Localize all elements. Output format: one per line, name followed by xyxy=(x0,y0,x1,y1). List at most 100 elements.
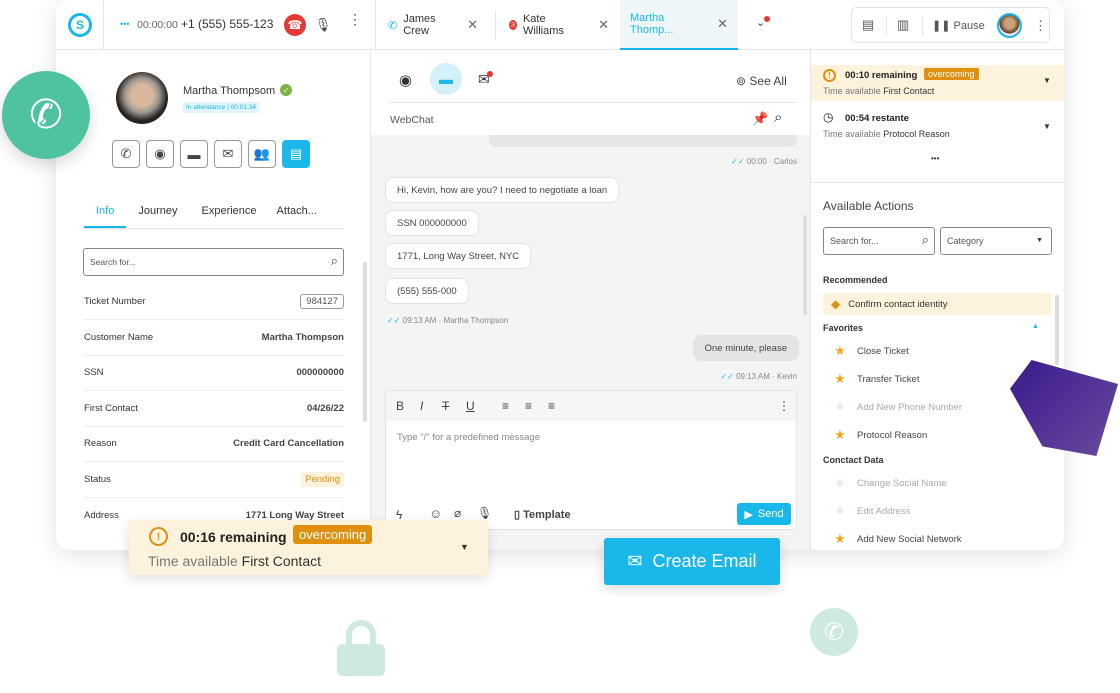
logo-icon: S xyxy=(68,13,92,37)
clock-icon: ◷ xyxy=(823,110,834,124)
scripts-icon[interactable]: ▤ xyxy=(862,17,874,33)
emoji-icon[interactable]: ☺ xyxy=(429,506,442,521)
star-icon: ★ xyxy=(834,503,846,518)
more-icon[interactable]: ⋮ xyxy=(348,12,362,26)
sla-item[interactable]: ! 00:10 remaining overcoming Time availa… xyxy=(811,65,1064,101)
chevron-down-icon: ▼ xyxy=(1043,122,1051,131)
agent-toolbar: ▤ ▥ ❚❚ Pause ⋮ xyxy=(851,7,1050,43)
attendance-status: In attendance | 00:01:34 xyxy=(183,102,259,113)
send-button[interactable]: ▶ Send xyxy=(737,503,791,525)
chat-scrollbar[interactable] xyxy=(803,215,807,315)
contacts-button[interactable]: 👥 xyxy=(248,140,276,168)
close-icon[interactable]: ✕ xyxy=(467,17,478,33)
chevron-down-icon: ▼ xyxy=(1043,76,1051,85)
call-status-icon: ••• xyxy=(120,19,130,29)
category-select[interactable]: Category ▼ xyxy=(940,227,1052,255)
create-email-button[interactable]: ✉ Create Email xyxy=(604,538,780,585)
star-icon: ★ xyxy=(834,475,846,490)
microphone-icon[interactable]: 🎙 xyxy=(315,15,332,35)
hangup-button[interactable]: ☎ xyxy=(284,14,306,36)
chat-channel-button[interactable]: ▬ xyxy=(180,140,208,168)
overcoming-badge: overcoming xyxy=(293,525,373,544)
overcoming-badge: overcoming xyxy=(924,68,979,80)
field-row: SSN 000000000 xyxy=(84,355,344,391)
whatsapp-channel-button[interactable]: ◉ xyxy=(146,140,174,168)
contact-panel: Martha Thompsom ✓ In attendance | 00:01:… xyxy=(56,50,371,550)
action-item[interactable]: ★ Close Ticket xyxy=(833,343,909,359)
search-icon: ⌕ xyxy=(921,232,929,247)
channel-title: WebChat xyxy=(390,114,434,126)
incoming-message: Hi, Kevin, how are you? I need to negoti… xyxy=(385,177,620,203)
more-icon[interactable]: ⋮ xyxy=(1034,18,1047,34)
template-button[interactable]: ▯ Template xyxy=(514,508,571,521)
close-icon[interactable]: ✕ xyxy=(598,17,609,33)
email-icon: ✉ xyxy=(627,551,643,571)
italic-button[interactable]: I xyxy=(420,399,423,413)
align-center-button[interactable]: ≡ xyxy=(525,399,532,413)
action-item[interactable]: ★ Transfer Ticket xyxy=(833,371,919,387)
tabs-dropdown-icon[interactable]: ⌄ xyxy=(756,16,770,29)
action-item[interactable]: ★ Change Social Name xyxy=(833,475,947,491)
see-all-button[interactable]: ⊚ See All xyxy=(736,74,787,88)
tab-james-crew[interactable]: ✆ James Crew ✕ xyxy=(378,0,488,50)
webchat-icon[interactable]: ▬ xyxy=(430,63,462,95)
phone-ringing-icon: ✆ xyxy=(388,19,398,32)
actions-search-input[interactable]: Search for... ⌕ xyxy=(823,227,935,255)
ticket-button[interactable]: ▤ xyxy=(282,140,310,168)
phone-number: +1 (555) 555-123 xyxy=(181,17,274,31)
field-row: Reason Credit Card Cancellation xyxy=(84,426,344,462)
inbox-icon[interactable]: ▥ xyxy=(897,17,909,33)
recommended-action[interactable]: ◆ Confirm contact identity xyxy=(823,293,1051,315)
close-icon[interactable]: ✕ xyxy=(717,16,728,32)
align-left-button[interactable]: ≡ xyxy=(502,399,509,413)
whatsapp-icon[interactable]: ◉ xyxy=(399,71,412,89)
phone-channel-button[interactable]: ✆ xyxy=(112,140,140,168)
tab-experience[interactable]: Experience xyxy=(190,200,269,228)
message-meta: ✓✓ 00:00 · Carlos xyxy=(731,157,797,166)
bold-button[interactable]: B xyxy=(396,399,404,413)
actions-title: Available Actions xyxy=(823,199,914,213)
action-item[interactable]: ★ Protocol Reason xyxy=(833,427,927,443)
more-icon[interactable]: ⋮ xyxy=(778,399,790,413)
tab-martha-thompson[interactable]: Martha Thomp... ✕ xyxy=(620,0,738,50)
actions-panel: ! 00:10 remaining overcoming Time availa… xyxy=(810,50,1064,550)
pin-icon[interactable]: 📌 xyxy=(752,111,768,127)
pause-button[interactable]: ❚❚ Pause xyxy=(932,19,985,32)
more-sla-button[interactable]: ••• xyxy=(931,154,939,163)
tab-info[interactable]: Info xyxy=(84,200,127,228)
microphone-icon[interactable]: 🎙 xyxy=(477,506,492,520)
action-item[interactable]: ★ Add New Phone Number xyxy=(833,399,962,415)
sla-overlay-card[interactable]: ! 00:16 remaining overcoming Time availa… xyxy=(129,520,488,575)
align-right-button[interactable]: ≡ xyxy=(548,399,555,413)
incoming-message: (555) 555-000 xyxy=(385,278,469,304)
warning-icon: ! xyxy=(149,527,168,546)
agent-avatar[interactable] xyxy=(997,13,1022,38)
email-icon[interactable]: ✉ xyxy=(478,71,493,88)
unread-badge: 3 xyxy=(509,20,517,30)
star-icon: ★ xyxy=(834,343,846,358)
strikethrough-button[interactable]: T xyxy=(442,399,449,413)
star-icon: ★ xyxy=(834,371,846,386)
collapse-favorites-icon[interactable]: ▲ xyxy=(1032,323,1039,330)
email-channel-button[interactable]: ✉ xyxy=(214,140,242,168)
sla-item[interactable]: ◷ 00:54 restante Time available Protocol… xyxy=(811,108,1064,144)
action-item[interactable]: ★ Add New Social Network xyxy=(833,531,961,547)
attach-icon[interactable]: ⌀ xyxy=(454,506,461,520)
scrollbar[interactable] xyxy=(363,262,367,422)
search-icon: ⌕ xyxy=(330,253,338,268)
underline-button[interactable]: U xyxy=(466,399,475,413)
contact-avatar xyxy=(116,72,168,124)
tab-attachments[interactable]: Attach... xyxy=(269,200,325,228)
top-bar: S ••• 00:00:00 +1 (555) 555-123 ☎ 🎙 ⋮ ✆ … xyxy=(56,0,1064,50)
message-meta: ✓✓ 09:13 AM · Kevin xyxy=(720,372,797,381)
message-input[interactable]: Type "/" for a predefined message xyxy=(397,432,540,443)
contact-name: Martha Thompsom xyxy=(183,85,276,97)
search-icon[interactable]: ⌕ xyxy=(774,109,782,126)
contact-search-input[interactable]: Search for... ⌕ xyxy=(83,248,344,276)
tab-journey[interactable]: Journey xyxy=(126,200,189,228)
scrollbar[interactable] xyxy=(1055,295,1059,365)
action-item[interactable]: ★ Edit Address xyxy=(833,503,910,519)
whatsapp-icon: ✆ xyxy=(810,608,858,656)
tab-kate-williams[interactable]: 3 Kate Williams ✕ xyxy=(499,0,619,50)
warning-icon: ! xyxy=(823,69,836,82)
